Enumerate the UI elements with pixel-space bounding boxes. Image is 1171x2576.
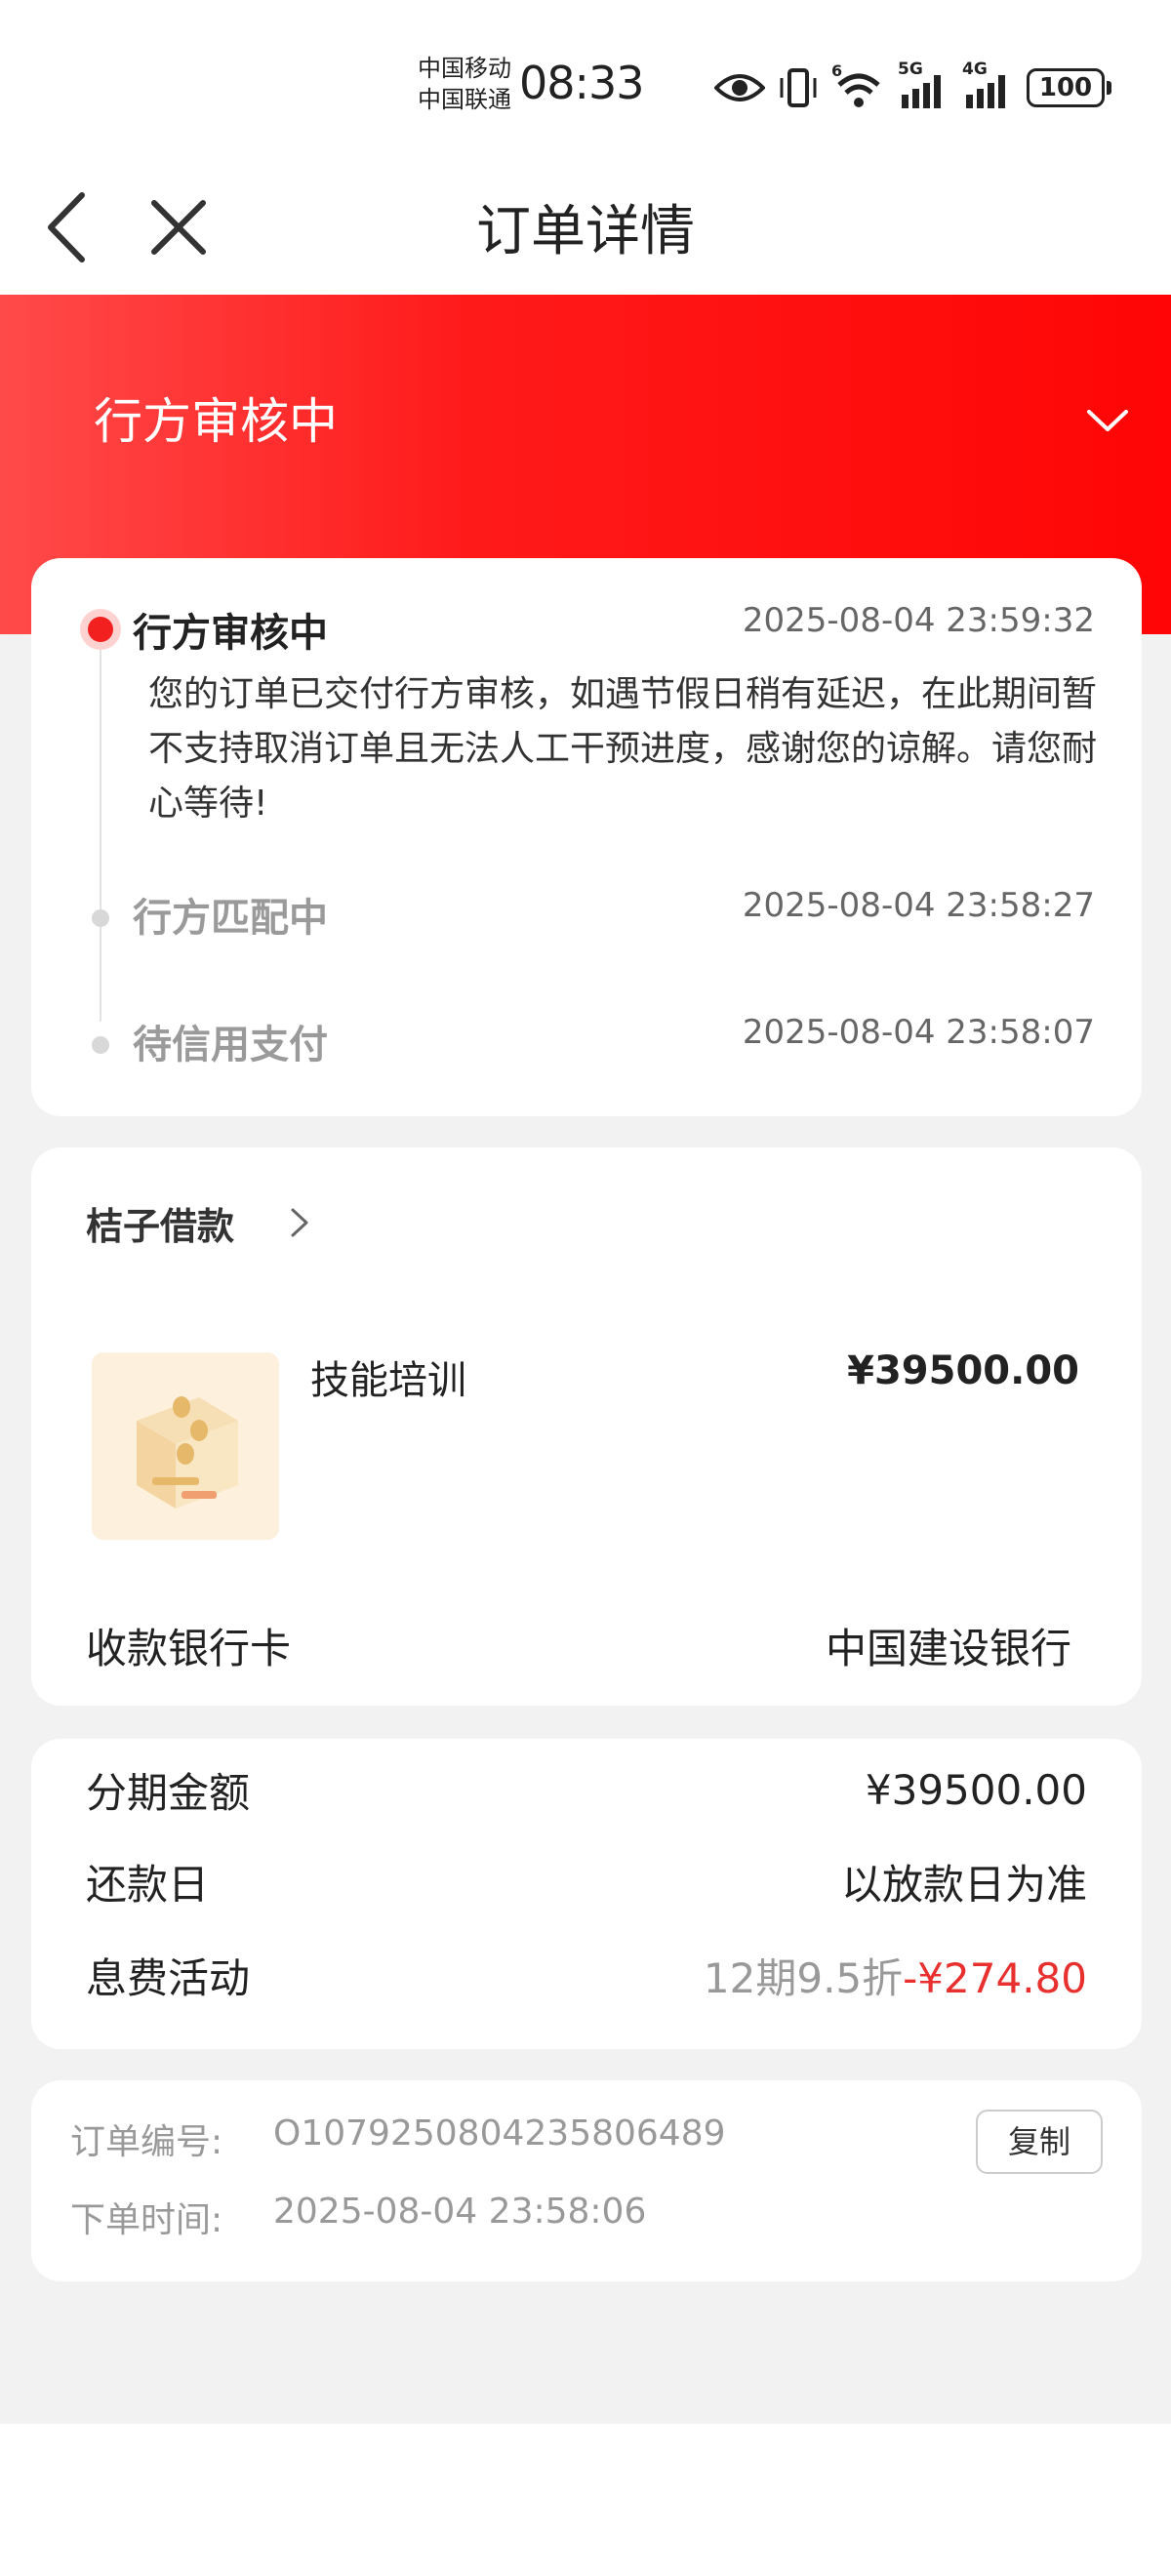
order-info-card: 订单编号: O107925080423580648​9 复制 下单时间: 202…: [31, 2080, 1142, 2281]
battery-level: 100: [1027, 68, 1105, 107]
timeline-step-time: 2025-08-04 23:59:32: [742, 601, 1095, 640]
fee-promo-saving: -¥274.80: [903, 1953, 1087, 2002]
order-time-value: 2025-08-04 23:58:06: [273, 2192, 647, 2232]
network-label-2: 4G: [962, 60, 988, 79]
timeline-line: [100, 631, 101, 1022]
timeline-card: 行方审核中 2025-08-04 23:59:32 您的订单已交付行方审核，如遇…: [31, 558, 1142, 1116]
status-icons: 6 5G 4G 100: [714, 59, 1111, 117]
order-number-label: 订单编号:: [70, 2122, 223, 2162]
copy-button[interactable]: 复制: [976, 2110, 1103, 2174]
bottom-area: [0, 2424, 1171, 2576]
battery-icon: 100: [1027, 68, 1111, 107]
clock: 08:33: [519, 57, 645, 109]
timeline-step-time: 2025-08-04 23:58:07: [742, 1013, 1095, 1052]
eye-icon: [714, 74, 765, 101]
vibrate-icon: [780, 68, 817, 107]
timeline-dot: [92, 909, 109, 927]
product-image: [92, 1352, 279, 1540]
timeline-step-description: 您的订单已交付行方审核，如遇节假日稍有延迟，在此期间暂不支持取消订单且无法人工干…: [148, 674, 1098, 824]
timeline-dot-active: [80, 609, 121, 650]
timeline-step-title: 行方匹配中: [133, 896, 328, 941]
repayment-day-row: 还款日 以放款日为准: [86, 1852, 1087, 1911]
chevron-down-icon[interactable]: [1083, 400, 1132, 439]
installment-card: 分期金额 ¥39500.00 还款日 以放款日为准 息费活动 12期9.5折-¥…: [31, 1739, 1142, 2049]
wifi-badge: 6: [831, 61, 843, 80]
signal-icon: 5G: [898, 60, 950, 110]
installment-amount-label: 分期金额: [86, 1768, 251, 1817]
chevron-right-icon[interactable]: [287, 1206, 312, 1239]
repayment-day-label: 还款日: [86, 1860, 210, 1909]
fee-promo-value: 12期9.5折-¥274.80: [704, 1946, 1087, 2005]
order-time-label: 下单时间:: [70, 2200, 223, 2240]
bank-card-label: 收款银行卡: [86, 1625, 292, 1672]
installment-amount-value: ¥39500.00: [865, 1765, 1087, 1814]
timeline-step-title: 待信用支付: [133, 1023, 328, 1067]
installment-amount-row: 分期金额 ¥39500.00: [86, 1760, 1087, 1819]
timeline-step-title: 行方审核中: [133, 611, 328, 656]
fee-promo-row: 息费活动 12期9.5折-¥274.80: [86, 1946, 1087, 2004]
carrier-2: 中国联通: [418, 86, 511, 113]
product-card: 桔子借款 技能培训 ¥39500.00 收款银行卡 中国建设银行: [31, 1147, 1142, 1706]
timeline-dot: [92, 1036, 109, 1054]
fee-promo-label: 息费活动: [86, 1953, 251, 2002]
repayment-day-value: 以放款日为准: [840, 1860, 1087, 1909]
product-price: ¥39500.00: [847, 1348, 1079, 1393]
carrier-info: 中国移动 中国联通: [418, 53, 511, 115]
order-number-value: O107925080423580648​9: [273, 2113, 726, 2153]
page-title: 订单详情: [476, 200, 695, 263]
banner-status-title: 行方审核中: [94, 393, 338, 450]
coin-box-icon: [92, 1352, 279, 1540]
bank-card-value: 中国建设银行: [825, 1625, 1071, 1672]
status-bar: 中国移动 中国联通 08:33 6 5G 4G 100: [0, 0, 1171, 166]
wifi-icon: 6: [831, 61, 886, 110]
carrier-1: 中国移动: [418, 55, 511, 82]
product-name: 技能培训: [310, 1358, 466, 1403]
network-label-1: 5G: [898, 60, 923, 79]
nav-bar: 订单详情: [0, 166, 1171, 295]
merchant-link[interactable]: 桔子借款: [86, 1196, 234, 1250]
signal-icon: 4G: [962, 60, 1015, 110]
timeline-step-time: 2025-08-04 23:58:27: [742, 886, 1095, 925]
fee-promo-discount: 12期9.5折: [703, 1953, 904, 2002]
